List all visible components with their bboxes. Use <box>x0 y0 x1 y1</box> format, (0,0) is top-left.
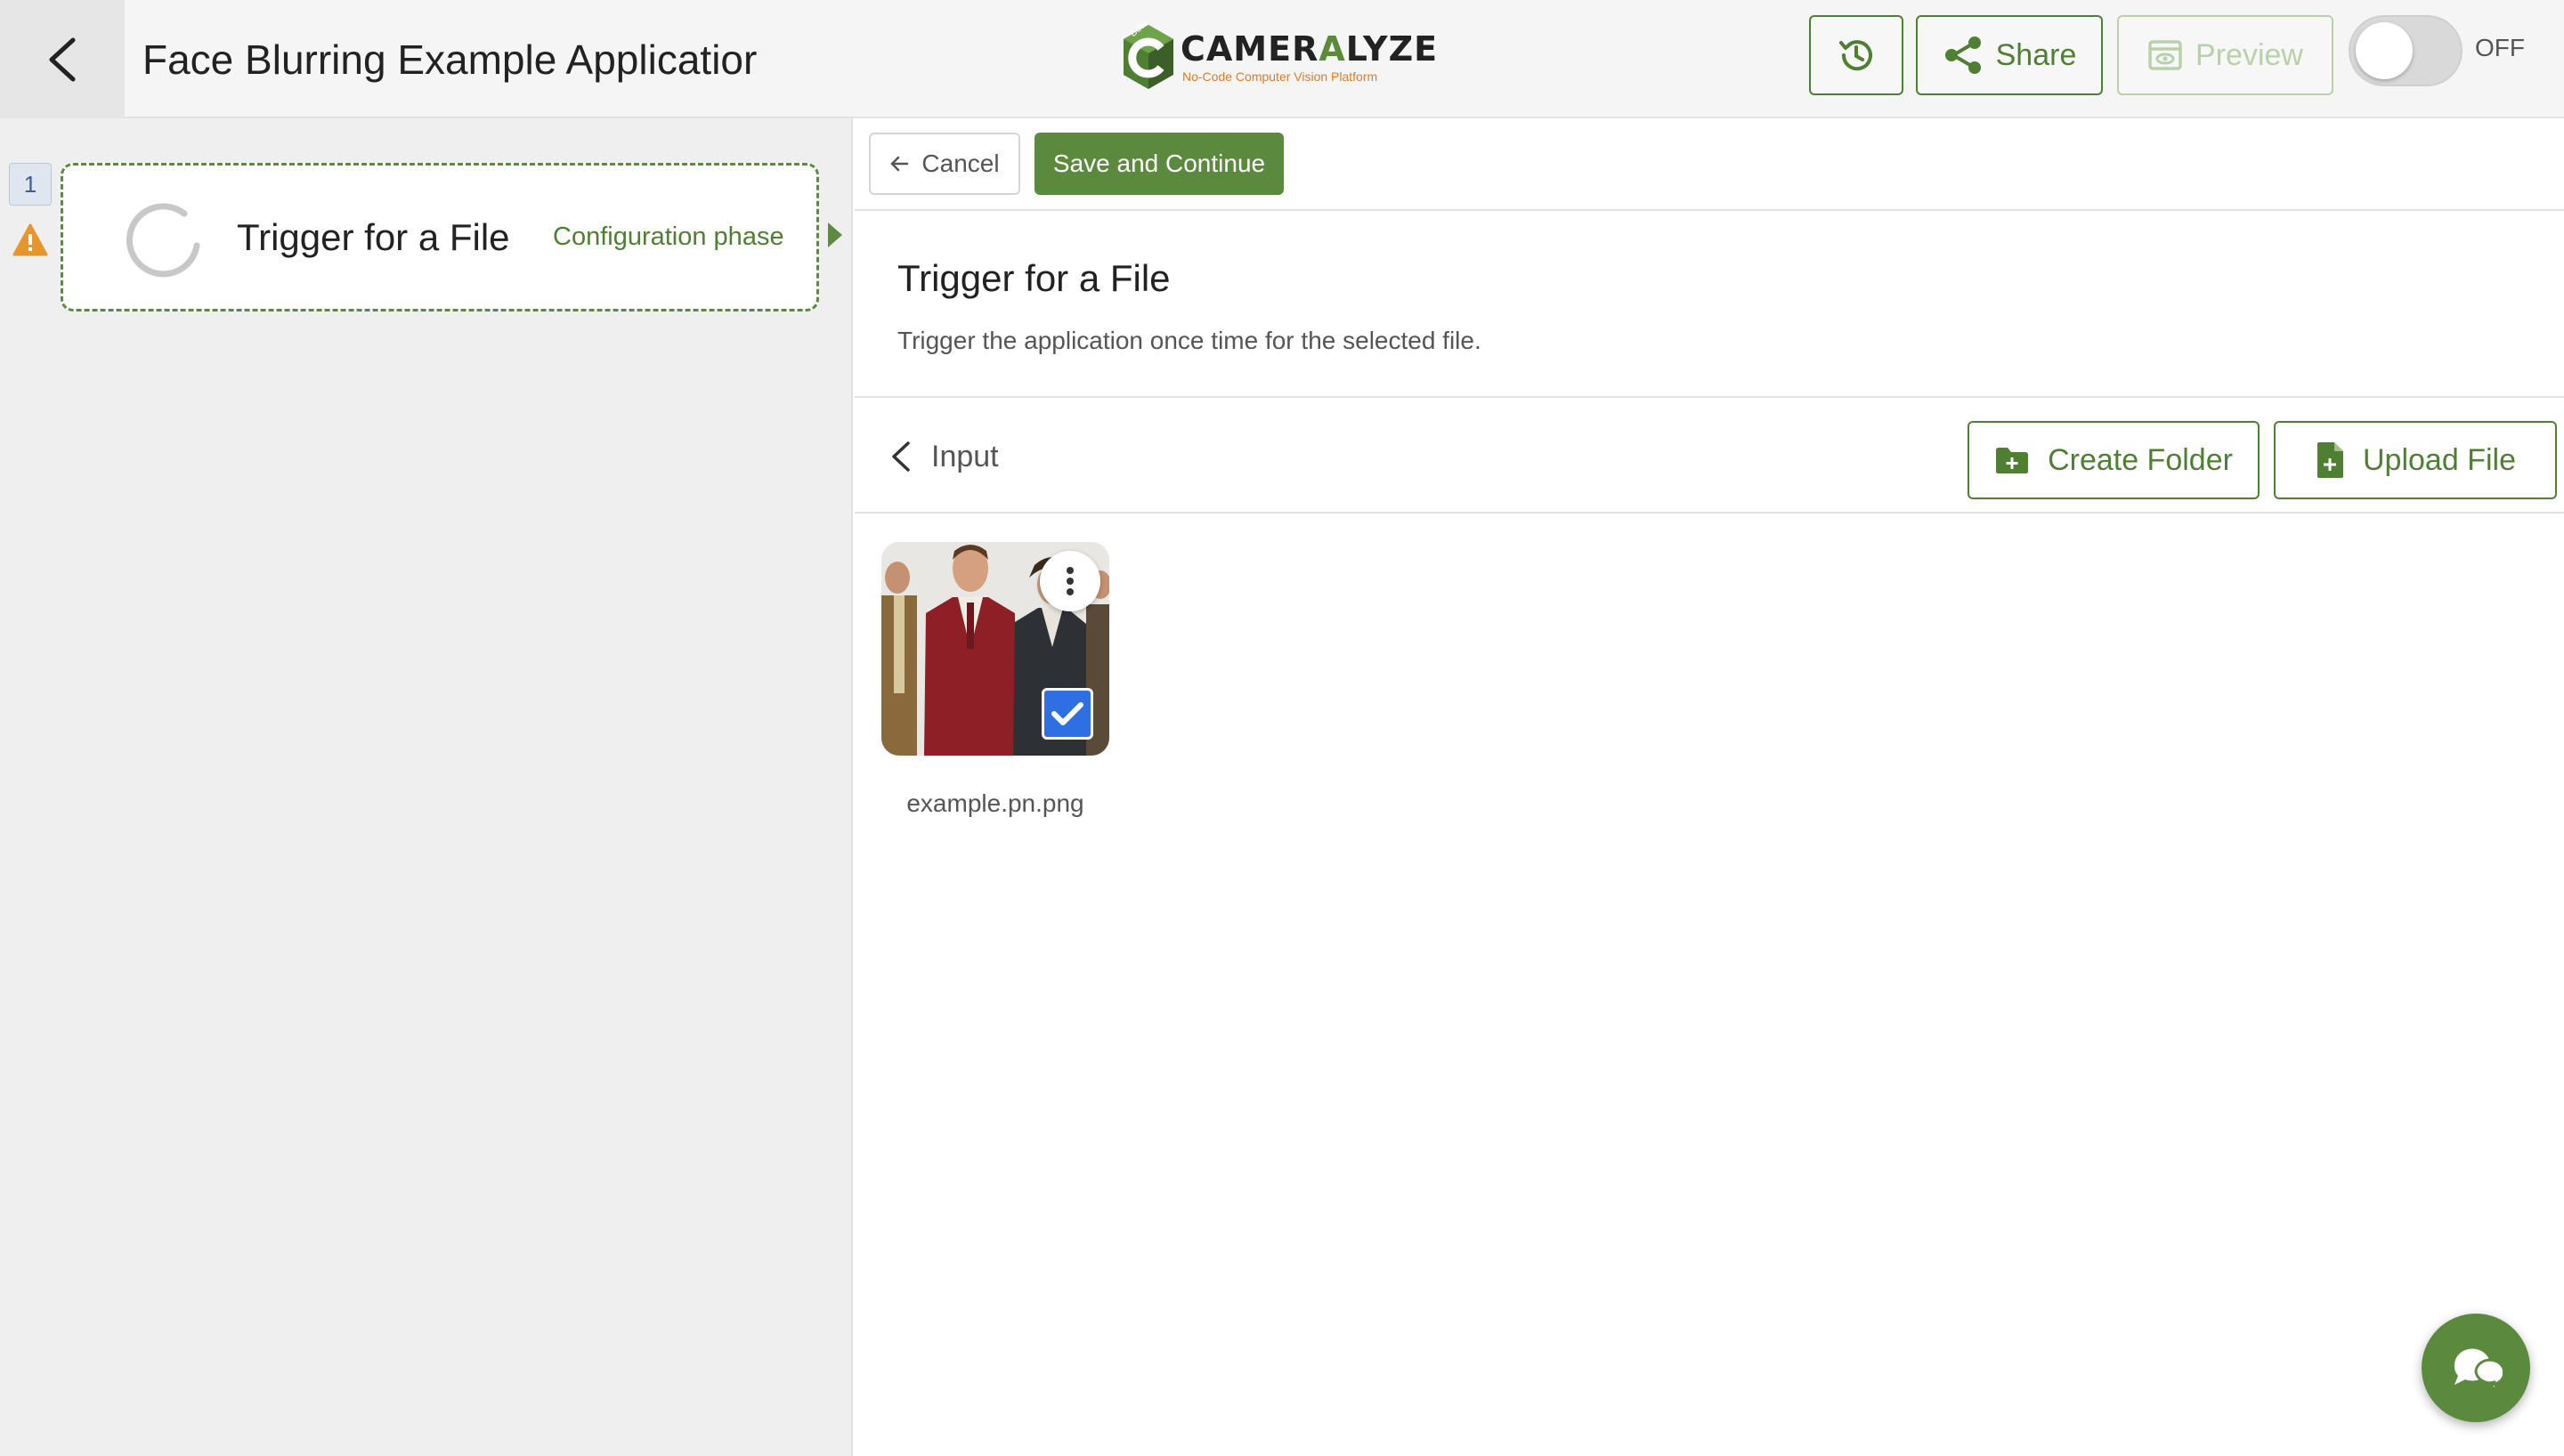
cameralyze-logo: CAMERALYZE No-Code Computer Vision Platf… <box>1122 20 1460 94</box>
toggle-knob <box>2356 22 2413 79</box>
share-button[interactable]: Share <box>1916 15 2103 95</box>
step-title: Trigger for a File <box>237 215 510 258</box>
application-title: Face Blurring Example Applicatior <box>142 36 758 83</box>
pipeline-step-trigger[interactable]: Trigger for a File Configuration phase <box>61 163 819 311</box>
preview-icon <box>2148 40 2182 70</box>
chevron-left-icon <box>892 441 910 472</box>
step-config-panel: Cancel Save and Continue Trigger for a F… <box>855 118 2564 1456</box>
preview-button[interactable]: Preview <box>2117 15 2333 95</box>
file-item[interactable]: example.pn.png <box>881 542 1109 818</box>
folder-plus-icon <box>1996 448 2029 473</box>
share-label: Share <box>1995 37 2077 72</box>
share-icon <box>1944 36 1981 74</box>
save-and-continue-button[interactable]: Save and Continue <box>1035 133 1284 195</box>
file-select-checkbox[interactable] <box>1042 688 1093 740</box>
logo-tagline: No-Code Computer Vision Platform <box>1182 69 1378 84</box>
step-header: Trigger for a File Trigger the applicati… <box>855 213 2564 398</box>
file-plus-icon <box>2317 442 2343 478</box>
folder-back-button[interactable]: Input <box>890 430 999 483</box>
history-button[interactable] <box>1809 15 1903 95</box>
warning-icon <box>12 223 48 256</box>
checkmark-icon <box>1051 702 1083 725</box>
upload-file-button[interactable]: Upload File <box>2274 421 2557 499</box>
step-connector-arrow-icon <box>828 222 842 247</box>
step-number-badge: 1 <box>9 163 52 206</box>
create-folder-label: Create Folder <box>2048 442 2233 477</box>
back-button[interactable] <box>0 0 125 118</box>
logo-name: CAMERALYZE <box>1181 29 1439 69</box>
upload-file-label: Upload File <box>2363 442 2516 477</box>
file-thumbnail[interactable] <box>881 542 1109 756</box>
file-name: example.pn.png <box>906 789 1084 817</box>
history-icon <box>1839 40 1872 71</box>
create-folder-button[interactable]: Create Folder <box>1968 421 2260 499</box>
config-toolbar: Cancel Save and Continue <box>855 118 2564 211</box>
cancel-button[interactable]: Cancel <box>869 133 1020 195</box>
preview-label: Preview <box>2195 37 2303 72</box>
cancel-label: Cancel <box>921 150 1000 177</box>
chat-bubbles-icon <box>2454 1348 2503 1392</box>
publish-toggle[interactable] <box>2349 15 2463 86</box>
chat-support-button[interactable] <box>2422 1314 2530 1422</box>
loading-spinner-icon <box>126 203 200 278</box>
step-phase: Configuration phase <box>553 222 784 251</box>
current-folder-path: Input <box>931 439 999 473</box>
step-config-description: Trigger the application once time for th… <box>897 327 1481 354</box>
pipeline-panel: 1 Trigger for a File Configuration phase <box>0 118 853 1456</box>
step-config-title: Trigger for a File <box>897 257 1171 299</box>
arrow-left-icon <box>891 156 909 172</box>
chevron-left-icon <box>49 37 76 81</box>
file-browser-bar: Input Create Folder Upload File <box>855 400 2564 514</box>
file-options-button[interactable] <box>1040 551 1100 611</box>
toggle-state-label: OFF <box>2475 34 2525 61</box>
top-bar: Face Blurring Example Applicatior CAMERA… <box>0 0 2564 118</box>
more-vertical-icon <box>1067 567 1074 595</box>
